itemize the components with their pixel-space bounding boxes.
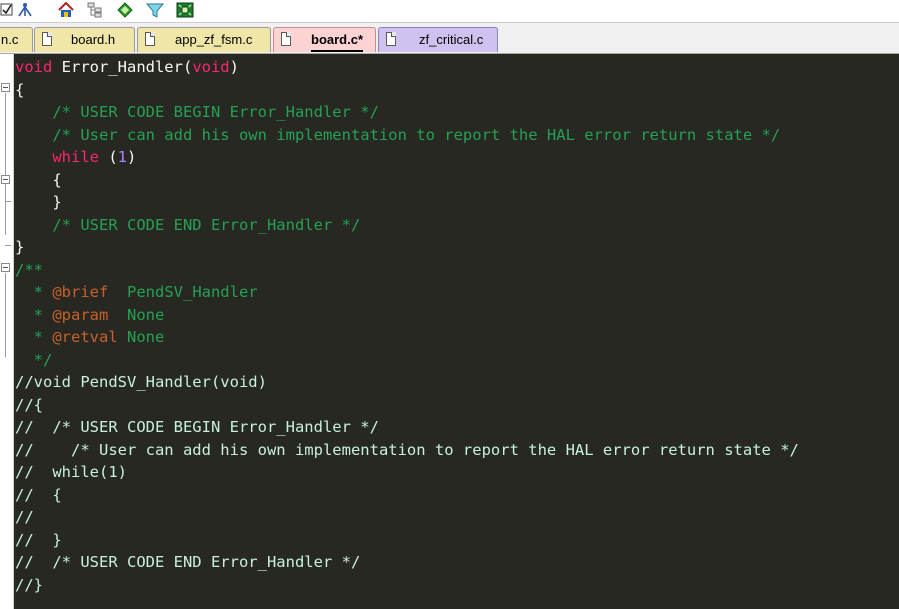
code-token: PendSV_Handler <box>108 283 258 301</box>
network-icon[interactable] <box>16 2 34 18</box>
hierarchy-icon[interactable] <box>86 2 104 18</box>
code-line[interactable]: { <box>15 169 799 192</box>
code-line[interactable]: // <box>15 506 799 529</box>
code-token: } <box>15 238 25 256</box>
fold-toggle-icon[interactable] <box>1 83 10 92</box>
code-token: // /* USER CODE BEGIN Error_Handler */ <box>15 418 379 436</box>
code-editor[interactable]: void Error_Handler(void){ /* USER CODE B… <box>0 54 899 609</box>
code-token: @retval <box>52 328 118 346</box>
tab-label: zf_critical.c <box>419 32 484 47</box>
code-line[interactable]: { <box>15 79 799 102</box>
code-line[interactable]: // { <box>15 484 799 507</box>
tab-app-zf-fsm-c[interactable]: app_zf_fsm.c <box>137 27 271 52</box>
code-token: //} <box>15 575 43 594</box>
code-token: ) <box>229 58 239 76</box>
fold-toggle-icon[interactable] <box>1 175 10 184</box>
code-line[interactable]: } <box>15 236 799 259</box>
code-token: // } <box>15 530 62 549</box>
code-line[interactable]: // /* USER CODE END Error_Handler */ <box>15 551 799 574</box>
code-token: //void PendSV_Handler(void) <box>15 373 267 391</box>
code-line[interactable]: void Error_Handler(void) <box>15 56 799 79</box>
code-token: @param <box>52 305 109 324</box>
code-line[interactable]: * @param None <box>15 304 799 327</box>
toolbar <box>0 0 899 23</box>
code-line[interactable]: /* USER CODE BEGIN Error_Handler */ <box>15 101 799 124</box>
code-token: * <box>15 283 53 301</box>
code-line[interactable]: // /* User can add his own implementatio… <box>15 439 799 462</box>
code-token: ( <box>99 148 118 166</box>
code-token: // <box>15 508 34 526</box>
code-line[interactable]: //} <box>15 574 799 597</box>
code-line[interactable]: /** <box>15 259 799 282</box>
fold-guide <box>5 201 11 202</box>
code-token: Error_Handler( <box>52 58 193 76</box>
fold-gutter <box>0 54 14 609</box>
fold-toggle-icon[interactable] <box>1 263 10 272</box>
file-icon <box>281 32 291 46</box>
code-token: // /* User can add his own implementatio… <box>15 440 799 459</box>
file-icon <box>42 32 52 46</box>
code-token: { <box>15 170 62 189</box>
code-line[interactable]: */ <box>15 349 799 372</box>
fold-guide <box>5 245 11 246</box>
code-token: void <box>192 58 230 76</box>
code-line[interactable]: // /* USER CODE BEGIN Error_Handler */ <box>15 416 799 439</box>
code-text[interactable]: void Error_Handler(void){ /* USER CODE B… <box>15 56 799 596</box>
code-token: /* USER CODE END Error_Handler */ <box>15 215 361 234</box>
tab-zf-critical-c[interactable]: zf_critical.c <box>378 27 498 52</box>
home-icon[interactable] <box>57 1 75 18</box>
editor-tab-bar: n.c board.h app_zf_fsm.c board.c* zf_cri… <box>0 23 899 54</box>
code-token: ) <box>127 148 137 166</box>
code-token: /* User can add his own implementation t… <box>15 125 781 144</box>
tab-board-c[interactable]: board.c* <box>273 27 376 52</box>
tab-label: app_zf_fsm.c <box>175 32 253 47</box>
code-token: None <box>108 305 165 324</box>
tab-board-h[interactable]: board.h <box>34 27 135 52</box>
code-token: // while(1) <box>15 463 127 481</box>
code-line[interactable]: * @retval None <box>15 326 799 349</box>
code-line[interactable]: /* USER CODE END Error_Handler */ <box>15 214 799 237</box>
code-token: void <box>15 58 53 76</box>
code-line[interactable]: // } <box>15 529 799 552</box>
code-line[interactable]: * @brief PendSV_Handler <box>15 281 799 304</box>
code-token: // /* USER CODE END Error_Handler */ <box>15 553 361 571</box>
funnel-icon[interactable] <box>145 2 165 18</box>
diamond-icon[interactable] <box>116 2 134 18</box>
code-line[interactable]: // while(1) <box>15 461 799 484</box>
code-line[interactable]: while (1) <box>15 146 799 169</box>
code-token: * <box>15 305 53 324</box>
code-token: // { <box>15 485 62 504</box>
layout-icon[interactable] <box>176 2 194 18</box>
code-token: @brief <box>52 283 109 301</box>
code-token: 1 <box>117 148 128 166</box>
code-line[interactable]: } <box>15 191 799 214</box>
code-token: /** <box>15 260 43 279</box>
file-icon <box>386 32 396 46</box>
fold-guide <box>5 273 6 357</box>
tab-label: n.c <box>1 32 19 47</box>
tab-n-c[interactable]: n.c <box>0 27 33 52</box>
code-token: while <box>52 148 99 166</box>
code-line[interactable]: //void PendSV_Handler(void) <box>15 371 799 394</box>
code-line[interactable]: /* User can add his own implementation t… <box>15 124 799 147</box>
code-token: } <box>15 193 62 211</box>
tab-label: board.c* <box>311 30 364 52</box>
code-token: //{ <box>15 395 43 414</box>
code-token: /* USER CODE BEGIN Error_Handler */ <box>15 103 379 121</box>
file-icon <box>145 32 155 46</box>
code-token: { <box>15 80 25 99</box>
code-line[interactable]: //{ <box>15 394 799 417</box>
code-token: * <box>15 328 53 346</box>
code-token: */ <box>15 350 53 369</box>
fold-guide <box>5 93 6 235</box>
code-token: None <box>117 328 165 346</box>
tab-label: board.h <box>71 32 116 47</box>
